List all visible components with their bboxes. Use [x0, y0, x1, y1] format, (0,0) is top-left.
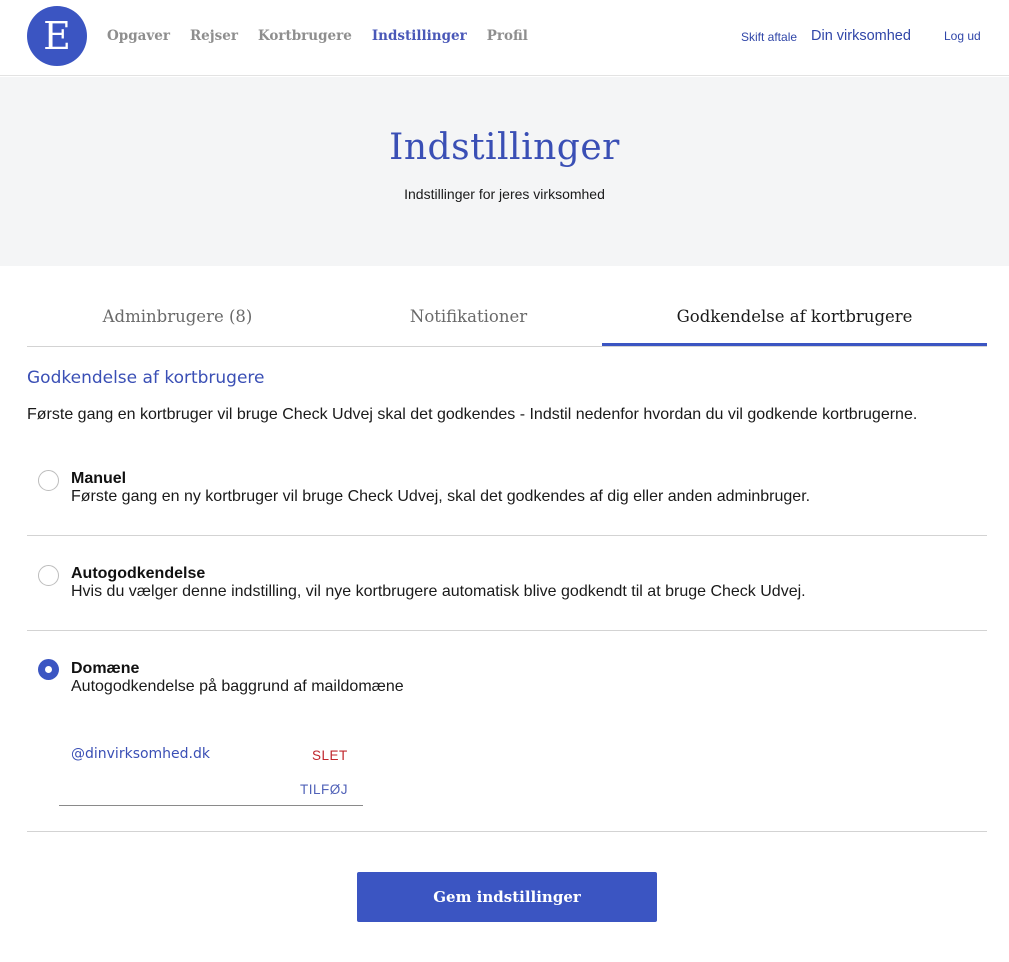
- add-domain-button[interactable]: TILFØJ: [300, 782, 348, 797]
- settings-tabs: Adminbrugere (8) Notifikationer Godkende…: [27, 290, 987, 347]
- hero-banner: Indstillinger Indstillinger for jeres vi…: [0, 77, 1009, 266]
- tab-notifikationer[interactable]: Notifikationer: [328, 307, 609, 326]
- section-title: Godkendelse af kortbrugere: [27, 368, 265, 388]
- nav-item-profil[interactable]: Profil: [487, 28, 528, 44]
- domain-item: @dinvirksomhed.dk: [71, 746, 211, 762]
- logo[interactable]: E: [27, 6, 87, 66]
- domain-input-underline: [59, 805, 363, 806]
- radio-domaene[interactable]: [38, 659, 59, 680]
- option-title: Manuel: [71, 470, 127, 487]
- option-description: Hvis du vælger denne indstilling, vil ny…: [71, 583, 806, 600]
- divider: [27, 831, 987, 832]
- company-link[interactable]: Din virksomhed: [811, 28, 911, 44]
- option-description: Første gang en ny kortbruger vil bruge C…: [71, 488, 811, 505]
- domain-input[interactable]: [59, 776, 295, 804]
- option-description: Autogodkendelse på baggrund af maildomæn…: [71, 678, 404, 695]
- nav-item-indstillinger[interactable]: Indstillinger: [372, 28, 467, 44]
- active-tab-indicator: [602, 343, 987, 346]
- page-title: Indstillinger: [389, 127, 620, 168]
- option-title: Domæne: [71, 660, 140, 677]
- divider: [27, 630, 987, 631]
- nav-item-kortbrugere[interactable]: Kortbrugere: [258, 28, 352, 44]
- logout-link[interactable]: Log ud: [944, 29, 981, 43]
- tab-adminbrugere[interactable]: Adminbrugere (8): [27, 307, 328, 326]
- page-subtitle: Indstillinger for jeres virksomhed: [404, 186, 605, 202]
- main-nav: Opgaver Rejser Kortbrugere Indstillinger…: [107, 28, 528, 44]
- option-title: Autogodkendelse: [71, 565, 206, 582]
- switch-agreement-link[interactable]: Skift aftale: [741, 30, 797, 44]
- divider: [27, 535, 987, 536]
- save-settings-button[interactable]: Gem indstillinger: [357, 872, 657, 922]
- tab-godkendelse[interactable]: Godkendelse af kortbrugere: [602, 307, 987, 326]
- radio-manuel[interactable]: [38, 470, 59, 491]
- nav-item-rejser[interactable]: Rejser: [190, 28, 238, 44]
- delete-domain-button[interactable]: SLET: [312, 748, 348, 763]
- nav-item-opgaver[interactable]: Opgaver: [107, 28, 170, 44]
- radio-autogodkendelse[interactable]: [38, 565, 59, 586]
- top-header: E Opgaver Rejser Kortbrugere Indstilling…: [0, 0, 1009, 76]
- section-description: Første gang en kortbruger vil bruge Chec…: [27, 406, 918, 423]
